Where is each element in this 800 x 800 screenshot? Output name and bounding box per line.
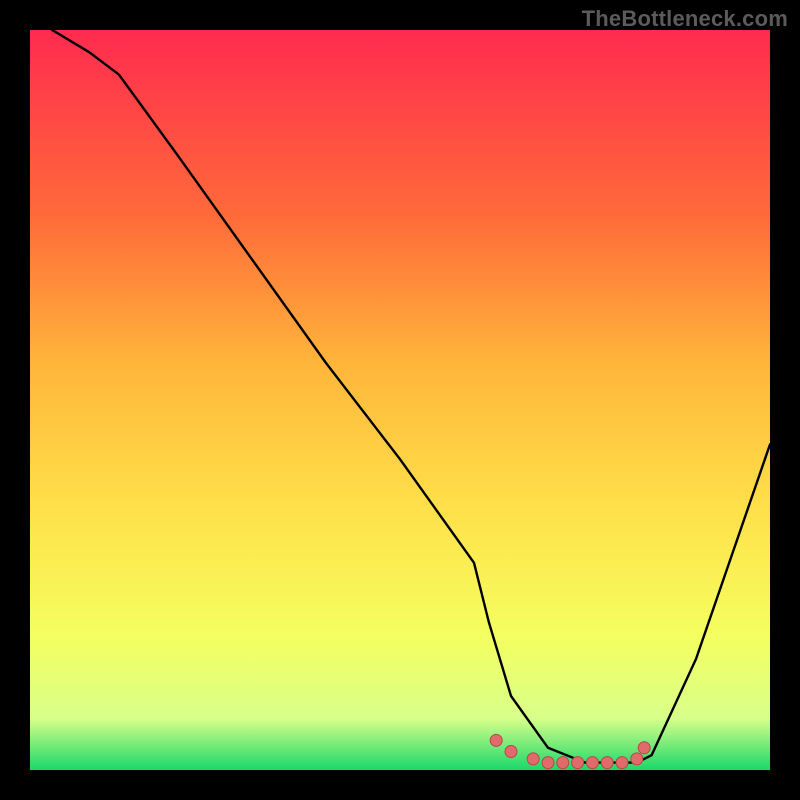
- watermark-text: TheBottleneck.com: [582, 6, 788, 32]
- marker-dot: [631, 753, 643, 765]
- marker-dot: [638, 742, 650, 754]
- chart-area: [30, 30, 770, 770]
- marker-dot: [557, 757, 569, 769]
- marker-dot: [572, 757, 584, 769]
- marker-dot: [505, 746, 517, 758]
- marker-dot: [490, 734, 502, 746]
- marker-dot: [586, 757, 598, 769]
- chart-svg: [30, 30, 770, 770]
- marker-dot: [542, 757, 554, 769]
- marker-dot: [527, 753, 539, 765]
- marker-dot: [616, 757, 628, 769]
- gradient-background: [30, 30, 770, 770]
- marker-dot: [601, 757, 613, 769]
